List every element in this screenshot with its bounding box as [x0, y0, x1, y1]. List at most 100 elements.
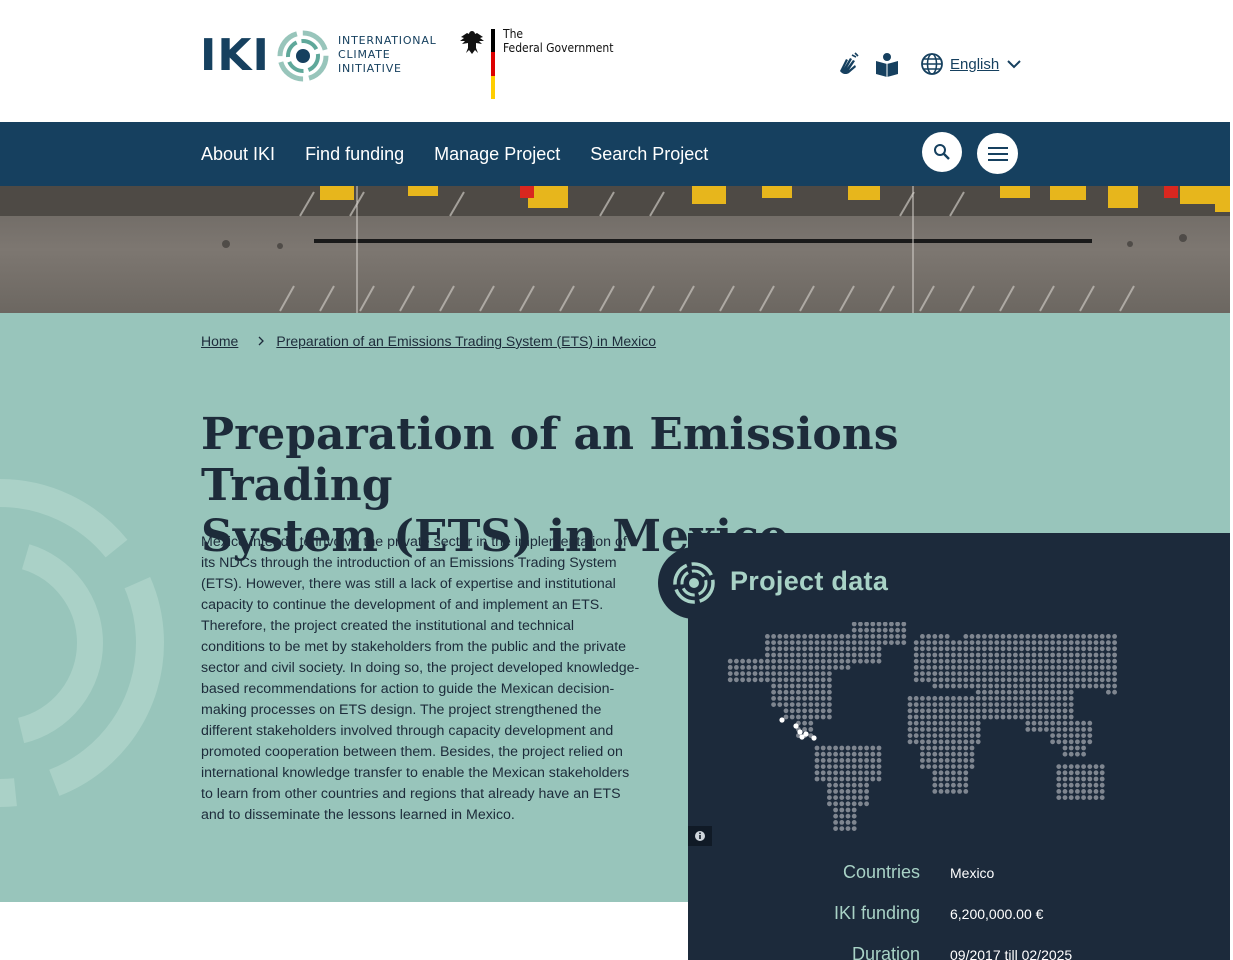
map-dot [1006, 665, 1012, 670]
map-dot [938, 683, 944, 689]
map-dot [1068, 733, 1074, 738]
map-dot [771, 646, 776, 652]
map-dot [1093, 665, 1099, 670]
chevron-down-icon[interactable] [1005, 55, 1023, 73]
map-dot [876, 640, 882, 645]
map-dot [957, 646, 962, 652]
map-dot [1062, 646, 1068, 652]
map-dot [833, 813, 838, 819]
map-dot [957, 658, 962, 664]
map-dot [988, 708, 993, 714]
easy-read-icon[interactable] [874, 51, 900, 77]
sign-language-icon[interactable] [836, 51, 862, 77]
map-dot [1056, 782, 1062, 788]
map-dot [932, 751, 938, 757]
map-dot [1062, 720, 1068, 726]
map-dot [833, 658, 838, 664]
breadcrumb-current[interactable]: Preparation of an Emissions Trading Syst… [276, 333, 656, 349]
map-dot [870, 646, 876, 652]
map-dot [1019, 708, 1024, 714]
map-dot [957, 751, 962, 757]
map-dot [833, 789, 838, 794]
search-button[interactable] [922, 132, 962, 172]
map-dot [1087, 677, 1093, 683]
map-dot [895, 640, 900, 645]
map-dot [944, 751, 950, 757]
map-dot [851, 782, 857, 788]
map-dot [1112, 640, 1117, 645]
map-dot [1000, 714, 1006, 720]
map-dot [1056, 770, 1062, 776]
map-dot [1000, 665, 1006, 670]
map-dot [845, 764, 851, 769]
map-dot [796, 708, 801, 714]
map-dot [1106, 689, 1111, 695]
map-dot [920, 758, 925, 763]
map-dot [901, 622, 907, 627]
map-dot [1000, 683, 1006, 689]
map-dot [932, 702, 938, 707]
map-info-button[interactable] [688, 826, 712, 846]
language-label[interactable]: English [950, 56, 999, 73]
map-dot [1056, 634, 1062, 639]
breadcrumb-home[interactable]: Home [201, 333, 238, 349]
map-dot [864, 764, 869, 769]
map-dot [963, 733, 969, 738]
map-dot [1006, 714, 1012, 720]
map-dot [1093, 789, 1099, 794]
map-dot [969, 720, 975, 726]
map-dot [1068, 770, 1074, 776]
map-dot [1062, 764, 1068, 769]
map-dot [1037, 640, 1043, 645]
map-dot [957, 733, 962, 738]
map-dot [1081, 634, 1086, 639]
map-dot [951, 776, 956, 782]
map-dot [951, 782, 956, 788]
map-dot [913, 733, 919, 738]
map-dot [851, 776, 857, 782]
map-dot [982, 702, 987, 707]
language-switcher[interactable]: English [920, 52, 1023, 76]
map-dot [839, 770, 845, 776]
map-dot [827, 646, 832, 652]
map-dot-mexico [811, 735, 817, 741]
map-dot [926, 751, 931, 757]
map-dot [827, 776, 832, 782]
map-dot [1068, 789, 1074, 794]
map-dot [1106, 658, 1111, 664]
map-dot [1031, 671, 1037, 676]
iki-logo[interactable]: IKI [200, 30, 330, 82]
nav-item-find-funding[interactable]: Find funding [305, 144, 404, 165]
map-dot [1006, 689, 1012, 695]
map-dot [932, 758, 938, 763]
map-dot [913, 671, 919, 676]
nav-item-about-iki[interactable]: About IKI [201, 144, 275, 165]
federal-government-logo[interactable]: The Federal Government [458, 26, 618, 102]
map-dot [1031, 634, 1037, 639]
map-dot [1025, 671, 1031, 676]
map-dot [789, 658, 795, 664]
map-dot [839, 758, 845, 763]
map-dot [1025, 702, 1031, 707]
map-dot [765, 658, 770, 664]
map-dot [1087, 671, 1093, 676]
map-dot [1075, 634, 1080, 639]
german-flag-bar [491, 29, 495, 99]
map-dot [789, 677, 795, 683]
map-dot [957, 739, 962, 745]
map-dot [963, 646, 969, 652]
menu-button[interactable] [977, 133, 1018, 174]
map-dot [975, 683, 981, 689]
map-dot [963, 640, 969, 645]
map-dot [1056, 733, 1062, 738]
map-dot [957, 770, 962, 776]
map-dot [1099, 683, 1105, 689]
map-dot [951, 770, 956, 776]
map-dot [938, 770, 944, 776]
map-dot [746, 665, 752, 670]
map-dot [1062, 782, 1068, 788]
map-dot [1075, 770, 1080, 776]
iki-ring-icon [277, 30, 329, 82]
nav-item-manage-project[interactable]: Manage Project [434, 144, 560, 165]
nav-item-search-project[interactable]: Search Project [590, 144, 708, 165]
